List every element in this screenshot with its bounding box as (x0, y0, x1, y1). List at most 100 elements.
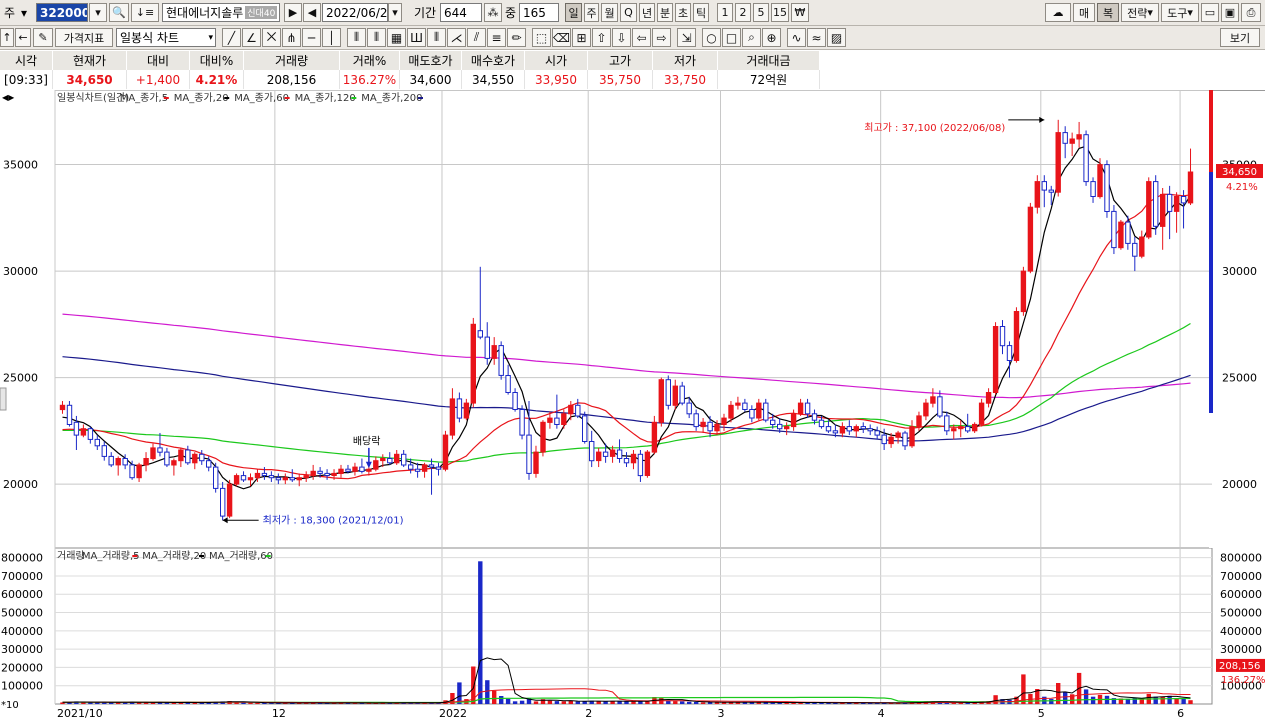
volume-bar (1049, 698, 1054, 704)
period-input[interactable]: 644 (440, 3, 482, 22)
volume-tick-right: 700000 (1220, 570, 1262, 583)
wave-icon[interactable]: ∿ (787, 28, 806, 47)
line-tool-icon[interactable]: ╱ (222, 28, 241, 47)
channel-icon[interactable]: ⫽ (467, 28, 486, 47)
play-icon[interactable]: ▶ (284, 3, 302, 22)
timeframe-button[interactable]: 분 (657, 3, 673, 22)
timeframe-button[interactable]: Q (620, 3, 637, 22)
bars-icon[interactable]: ⦀ (347, 28, 366, 47)
right-icon[interactable]: ⇨ (652, 28, 671, 47)
price-legend-swatch (163, 97, 169, 99)
fan-tool-icon[interactable]: ⋔ (282, 28, 301, 47)
zoom-input[interactable]: 165 (519, 3, 559, 22)
print-icon[interactable]: ⎙ (1241, 3, 1261, 22)
timeframe-button[interactable]: 월 (601, 3, 618, 22)
sort-icon[interactable]: ↓≡ (131, 3, 159, 22)
pencil-icon[interactable]: ✏ (507, 28, 526, 47)
wave2-icon[interactable]: ≈ (807, 28, 826, 47)
color-icon[interactable]: ⬚ (532, 28, 551, 47)
candle (1083, 134, 1089, 183)
candle (665, 379, 671, 406)
candle (999, 326, 1006, 347)
last-change-label: 4.21% (1226, 182, 1258, 193)
timeframe-button[interactable]: 주 (584, 3, 599, 22)
quote-value: 4.21% (190, 70, 244, 89)
x-tick-label: 2 (585, 707, 592, 720)
gann-icon[interactable]: Ш (407, 28, 426, 47)
down-icon[interactable]: ⇩ (612, 28, 631, 47)
timeframe-button[interactable]: 1 (717, 3, 733, 22)
candle (916, 415, 922, 428)
eraser-icon[interactable]: ⌫ (552, 28, 571, 47)
edit-icon[interactable]: ✎ (33, 28, 53, 47)
candle (1173, 196, 1180, 212)
cloud-icon[interactable]: ☁ (1045, 3, 1071, 22)
rect-icon[interactable]: □ (722, 28, 741, 47)
pitch-icon[interactable]: ⋌ (447, 28, 466, 47)
single-button[interactable]: 매 (1073, 3, 1095, 22)
strategy-button[interactable]: 전략 ▾ (1121, 3, 1159, 22)
hline-icon[interactable]: ─ (302, 28, 321, 47)
market-dropdown[interactable]: ▾ (18, 3, 38, 22)
angle-tool-icon[interactable]: ∠ (242, 28, 261, 47)
circle-icon[interactable]: ○ (702, 28, 721, 47)
code-dropdown-icon[interactable]: ▾ (89, 3, 107, 22)
panel-collapse-handle[interactable] (0, 387, 7, 411)
fib-icon[interactable]: ≡ (487, 28, 506, 47)
grid-icon[interactable]: ⁂ (484, 3, 502, 22)
candle (672, 385, 678, 406)
up-icon[interactable]: ⇧ (592, 28, 611, 47)
save-icon[interactable]: ▣ (1221, 3, 1239, 22)
bars2-icon[interactable]: ⦀ (367, 28, 386, 47)
high-annotation: 최고가 : 37,100 (2022/06/08) (864, 122, 1005, 134)
zoom-tool-icon[interactable]: ⌕ (742, 28, 761, 47)
quote-value: 34,600 (400, 70, 462, 89)
grid-tool-icon[interactable]: ▦ (387, 28, 406, 47)
export-icon[interactable]: ⇲ (677, 28, 696, 47)
timeframe-button[interactable]: 일 (565, 3, 582, 22)
tools-button[interactable]: 도구 ▾ (1161, 3, 1199, 22)
left-arrow-icon[interactable]: ← (15, 28, 31, 47)
up-arrow-icon[interactable]: ↑ (0, 28, 14, 47)
timeframe-button[interactable]: 초 (675, 3, 691, 22)
vline-icon[interactable]: │ (322, 28, 341, 47)
text-tool-icon[interactable]: ⊞ (572, 28, 591, 47)
candle (143, 458, 149, 466)
candle (408, 464, 414, 470)
stock-chart[interactable]: 2021/10 12 2022 2 3 4 5 6 20000 20000 25000 25000 30… (0, 89, 1265, 721)
image-icon[interactable]: ▨ (827, 28, 846, 47)
candle (818, 419, 825, 428)
cycle-icon[interactable]: ⫴ (427, 28, 446, 47)
date-input[interactable]: 2022/06/28 (322, 3, 388, 22)
left-icon[interactable]: ⇦ (632, 28, 651, 47)
magnet-icon[interactable]: ⊕ (762, 28, 781, 47)
indicator-button[interactable]: 가격지표 (55, 28, 113, 47)
view-button[interactable]: 보기 (1220, 28, 1260, 47)
timeframe-button[interactable]: 년 (639, 3, 655, 22)
candle (220, 487, 226, 517)
candle (213, 466, 219, 489)
folder-icon[interactable]: ▭ (1201, 3, 1219, 22)
chart-area[interactable]: 2021/10 12 2022 2 3 4 5 6 20000 20000 25000 25000 30… (0, 89, 1265, 721)
candle (1041, 181, 1047, 191)
timeframe-button[interactable]: 5 (753, 3, 769, 22)
candle (797, 402, 804, 415)
timeframe-button[interactable]: 틱 (693, 3, 709, 22)
quote-header: 매도호가 (400, 51, 462, 70)
calendar-dropdown-icon[interactable]: ▾ (388, 3, 402, 22)
candle (94, 438, 100, 447)
timeframe-button[interactable]: 2 (735, 3, 751, 22)
cross-line-icon[interactable]: ⨉ (262, 28, 281, 47)
stock-code-input[interactable]: 322000 (36, 3, 88, 22)
search-icon[interactable]: 🔍 (109, 3, 129, 22)
volume-legend-swatch (199, 555, 204, 557)
candle (728, 404, 734, 419)
timeframe-button[interactable]: ₩ (791, 3, 809, 22)
timeframe-button[interactable]: 15 (771, 3, 789, 22)
back-icon[interactable]: ◀ (303, 3, 321, 22)
quote-header: 저가 (653, 51, 718, 70)
chart-type-select[interactable]: 일봉식 차트 ▾ (116, 28, 216, 47)
multi-button[interactable]: 복 (1097, 3, 1119, 22)
candle (547, 417, 553, 423)
price-legend-item: 일봉식차트(일간) (57, 92, 129, 104)
